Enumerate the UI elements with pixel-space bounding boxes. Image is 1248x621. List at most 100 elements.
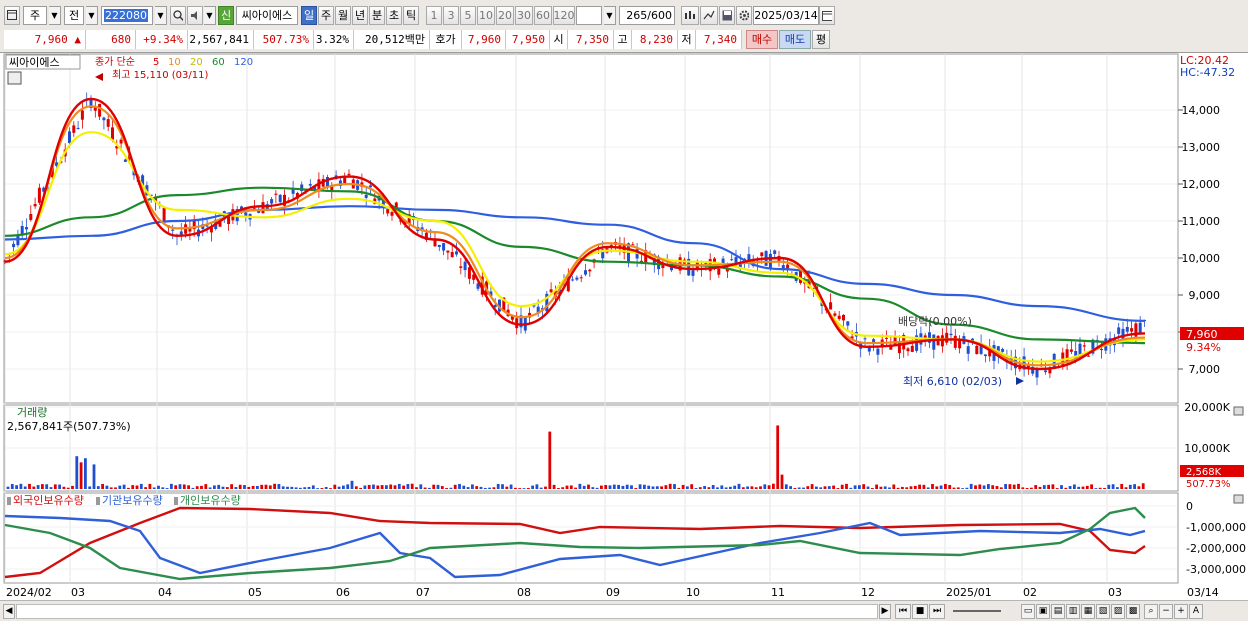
volume-bar xyxy=(157,485,160,489)
layout1-icon[interactable]: ▭ xyxy=(1021,603,1035,619)
period-tab-6[interactable]: 틱 xyxy=(403,5,419,25)
volume-bar xyxy=(909,486,913,489)
volume-bar xyxy=(354,486,358,489)
interval-buttons: 1 3 5 10 20 30 60 120 xyxy=(426,5,576,25)
layout-icon[interactable] xyxy=(4,5,20,25)
buy-button[interactable]: 매수 xyxy=(746,29,778,49)
chevron-down-icon[interactable]: ▼ xyxy=(204,5,216,25)
sell-button[interactable]: 매도 xyxy=(779,29,811,49)
prev-button[interactable]: 전 xyxy=(64,5,84,25)
interval-button-2[interactable]: 5 xyxy=(460,5,476,25)
volume-bar xyxy=(569,485,573,489)
volume-bar xyxy=(600,485,603,489)
stock-code-input[interactable]: 222080 xyxy=(101,5,153,25)
ma-label: 종가 단순 xyxy=(95,56,135,68)
interval-button-7[interactable]: 120 xyxy=(553,5,575,25)
last-volume: 2,568K xyxy=(1186,467,1222,478)
volume-bar xyxy=(1034,485,1038,489)
interval-input[interactable] xyxy=(576,5,602,25)
chevron-down-icon[interactable]: ▼ xyxy=(155,5,167,25)
search-icon[interactable] xyxy=(170,5,186,25)
volume-bar xyxy=(987,484,990,489)
volume-bar xyxy=(1107,484,1111,489)
interval-button-6[interactable]: 60 xyxy=(534,5,552,25)
volume-bar xyxy=(307,486,311,489)
candle-body xyxy=(1001,348,1005,352)
speaker-icon[interactable] xyxy=(187,5,203,25)
interval-button-0[interactable]: 1 xyxy=(426,5,442,25)
date-input[interactable]: 2025/03/14 xyxy=(753,5,819,25)
high-label-text: 고 xyxy=(617,33,628,46)
legend-swatch xyxy=(174,497,178,505)
gear-icon[interactable] xyxy=(736,5,752,25)
stop-icon[interactable]: ■ xyxy=(912,603,928,619)
chart-area[interactable]: 씨아이에스 종가 단순 5 10 20 60 120 최고 15,110 (03/11)… xyxy=(0,52,1248,600)
draw-icon[interactable] xyxy=(700,5,718,25)
volume-bar xyxy=(213,485,216,489)
layout4-icon[interactable]: ▥ xyxy=(1066,603,1080,619)
layout5-icon[interactable]: ▦ xyxy=(1081,603,1095,619)
period-tab-4[interactable]: 분 xyxy=(369,5,385,25)
candle-body xyxy=(799,270,802,283)
bottom-bar: ◀ ▶ ⏮ ■ ⏭ ▭ ▣ ▤ ▥ ▦ ▧ ▨ ▩ ⌕ − + A xyxy=(0,600,1248,621)
volume-value: 2,567,841 xyxy=(189,32,249,46)
volume-bar xyxy=(651,486,655,489)
volume-bar xyxy=(1085,485,1089,489)
interval-button-4[interactable]: 20 xyxy=(496,5,514,25)
low-label: 저 xyxy=(678,29,696,49)
volume-bar xyxy=(131,485,135,489)
compare-icon[interactable] xyxy=(681,5,699,25)
layout7-icon[interactable]: ▨ xyxy=(1111,603,1125,619)
volume-bar xyxy=(217,484,221,489)
plus-icon[interactable]: + xyxy=(1174,603,1188,619)
scroll-left-icon[interactable]: ◀ xyxy=(3,603,15,619)
chart-type-select[interactable]: 주 xyxy=(23,5,47,25)
candle-body xyxy=(945,332,949,343)
candle-body xyxy=(760,252,764,257)
scrollbar-track[interactable] xyxy=(16,603,878,619)
volume-bar xyxy=(793,488,797,489)
layout3-icon[interactable]: ▤ xyxy=(1051,603,1065,619)
candle-body xyxy=(906,348,910,352)
period-tab-0[interactable]: 일 xyxy=(301,5,317,25)
candle-body xyxy=(308,184,312,186)
count-input[interactable]: 265/600 xyxy=(619,5,675,25)
zoom-out-search-icon[interactable]: ⌕ xyxy=(1144,603,1158,619)
chevron-down-icon[interactable]: ▼ xyxy=(49,5,61,25)
zoom-slider[interactable] xyxy=(953,610,1001,612)
volume-bar xyxy=(784,484,788,489)
chevron-down-icon[interactable]: ▼ xyxy=(604,5,616,25)
scroll-right-icon[interactable]: ▶ xyxy=(879,603,891,619)
volume-bar xyxy=(449,487,453,489)
volume-bar xyxy=(380,485,384,489)
grid-toggle-icon[interactable] xyxy=(7,71,22,85)
save-icon[interactable] xyxy=(719,5,735,25)
layout2-icon[interactable]: ▣ xyxy=(1036,603,1050,619)
last-icon[interactable]: ⏭ xyxy=(929,603,945,619)
avg-button[interactable]: 평 xyxy=(812,29,830,49)
period-tab-5[interactable]: 초 xyxy=(386,5,402,25)
period-tab-2[interactable]: 월 xyxy=(335,5,351,25)
period-tab-3[interactable]: 년 xyxy=(352,5,368,25)
volume-bar xyxy=(587,484,590,489)
interval-button-5[interactable]: 30 xyxy=(515,5,533,25)
minus-icon[interactable]: − xyxy=(1159,603,1173,619)
font-icon[interactable]: A xyxy=(1189,603,1203,619)
close-icon[interactable] xyxy=(1233,406,1244,416)
interval-button-1[interactable]: 3 xyxy=(443,5,459,25)
volume-bar xyxy=(148,483,152,489)
chevron-down-icon[interactable]: ▼ xyxy=(86,5,98,25)
new-badge-label: 신 xyxy=(220,9,232,22)
period-tab-1[interactable]: 주 xyxy=(318,5,334,25)
volume-bar xyxy=(531,485,534,489)
close-icon[interactable] xyxy=(1233,494,1244,504)
high: 8,230 xyxy=(632,29,678,49)
calendar-icon[interactable] xyxy=(819,5,835,25)
volume-bar xyxy=(969,483,973,489)
volume-bar xyxy=(552,484,556,489)
layout8-icon[interactable]: ▩ xyxy=(1126,603,1140,619)
chart-svg[interactable]: 씨아이에스 종가 단순 5 10 20 60 120 최고 15,110 (03/11)… xyxy=(0,53,1248,601)
first-icon[interactable]: ⏮ xyxy=(895,603,911,619)
layout6-icon[interactable]: ▧ xyxy=(1096,603,1110,619)
interval-button-3[interactable]: 10 xyxy=(477,5,495,25)
